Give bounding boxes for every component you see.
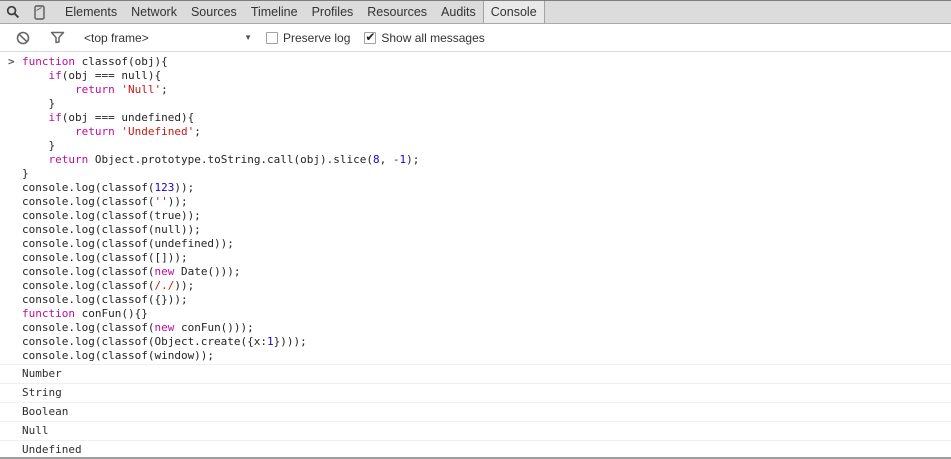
tab-resources[interactable]: Resources (360, 1, 434, 23)
show-all-messages-label: Show all messages (381, 30, 485, 45)
console-output-row: Number (0, 364, 951, 383)
show-all-messages-checkbox[interactable] (364, 30, 377, 44)
code-line: console.log(classof(true)); (22, 209, 201, 222)
filter-icon (50, 31, 65, 44)
code-line: console.log(classof(/./)); (22, 279, 195, 292)
tab-list: Elements Network Sources Timeline Profiles Re… (58, 1, 545, 23)
console-prompt: > (8, 55, 15, 68)
code-line: } (22, 139, 56, 152)
clear-console-button[interactable] (10, 27, 36, 49)
device-icon (33, 4, 45, 20)
tab-sources[interactable]: Sources (184, 1, 244, 23)
filter-button[interactable] (44, 27, 70, 49)
search-button[interactable] (0, 1, 26, 23)
code-line: console.log(classof(window)); (22, 349, 215, 362)
code-line: console.log(classof(undefined)); (22, 237, 234, 250)
code-line: if(obj === undefined){ (48, 111, 195, 124)
code-line: } (22, 97, 56, 110)
tab-timeline[interactable]: Timeline (244, 1, 305, 23)
tab-profiles[interactable]: Profiles (305, 1, 361, 23)
code-line: function conFun(){} (22, 307, 148, 320)
code-line: console.log(classof('')); (22, 195, 188, 208)
frame-context-label: <top frame> (84, 30, 149, 45)
preserve-log-checkbox[interactable] (266, 31, 278, 44)
tab-network[interactable]: Network (124, 1, 184, 23)
console-output-row: Boolean (0, 402, 951, 421)
console-pane[interactable]: > function classof(obj){ if(obj === null… (0, 52, 951, 459)
code-line: } (22, 167, 29, 180)
tab-console[interactable]: Console (482, 1, 545, 23)
console-toolbar: <top frame> ▼ Preserve log Show all mess… (0, 24, 951, 52)
code-line: console.log(classof({})); (22, 293, 188, 306)
console-output-row: Undefined (0, 440, 951, 459)
code-line: return Object.prototype.toString.call(ob… (48, 153, 420, 166)
chevron-down-icon: ▼ (244, 33, 252, 42)
code-line: console.log(classof(null)); (22, 223, 201, 236)
tab-elements[interactable]: Elements (58, 1, 124, 23)
code-line: return 'Null'; (74, 83, 168, 96)
devtools-window: Elements Network Sources Timeline Profiles Re… (0, 0, 951, 459)
preserve-log-toggle[interactable]: Preserve log (266, 31, 350, 45)
tab-audits[interactable]: Audits (434, 1, 483, 23)
frame-context-selector[interactable]: <top frame> ▼ (84, 31, 252, 45)
code-line: function classof(obj){ (22, 55, 168, 68)
code-line: console.log(classof(new Date())); (22, 265, 241, 278)
preserve-log-label: Preserve log (283, 30, 351, 45)
code-line: console.log(classof(Object.create({x:1})… (22, 335, 307, 348)
console-output-row: String (0, 383, 951, 402)
console-input-code: function classof(obj){ if(obj === null){… (22, 55, 951, 363)
code-line: console.log(classof(123)); (22, 181, 195, 194)
code-line: console.log(classof([])); (22, 251, 188, 264)
console-output-rows: Number String Boolean Null Undefined (0, 364, 951, 459)
show-all-messages-toggle[interactable]: Show all messages (364, 30, 485, 45)
device-mode-button[interactable] (26, 1, 52, 23)
code-line: console.log(classof(new conFun())); (22, 321, 254, 334)
devtools-tab-bar: Elements Network Sources Timeline Profiles Re… (0, 0, 951, 24)
clear-console-icon (16, 31, 30, 45)
code-line: if(obj === null){ (48, 69, 162, 82)
console-output-row: Null (0, 421, 951, 440)
console-echoed-command: > function classof(obj){ if(obj === null… (0, 52, 951, 364)
search-icon (6, 5, 20, 19)
code-line: return 'Undefined'; (74, 125, 201, 138)
